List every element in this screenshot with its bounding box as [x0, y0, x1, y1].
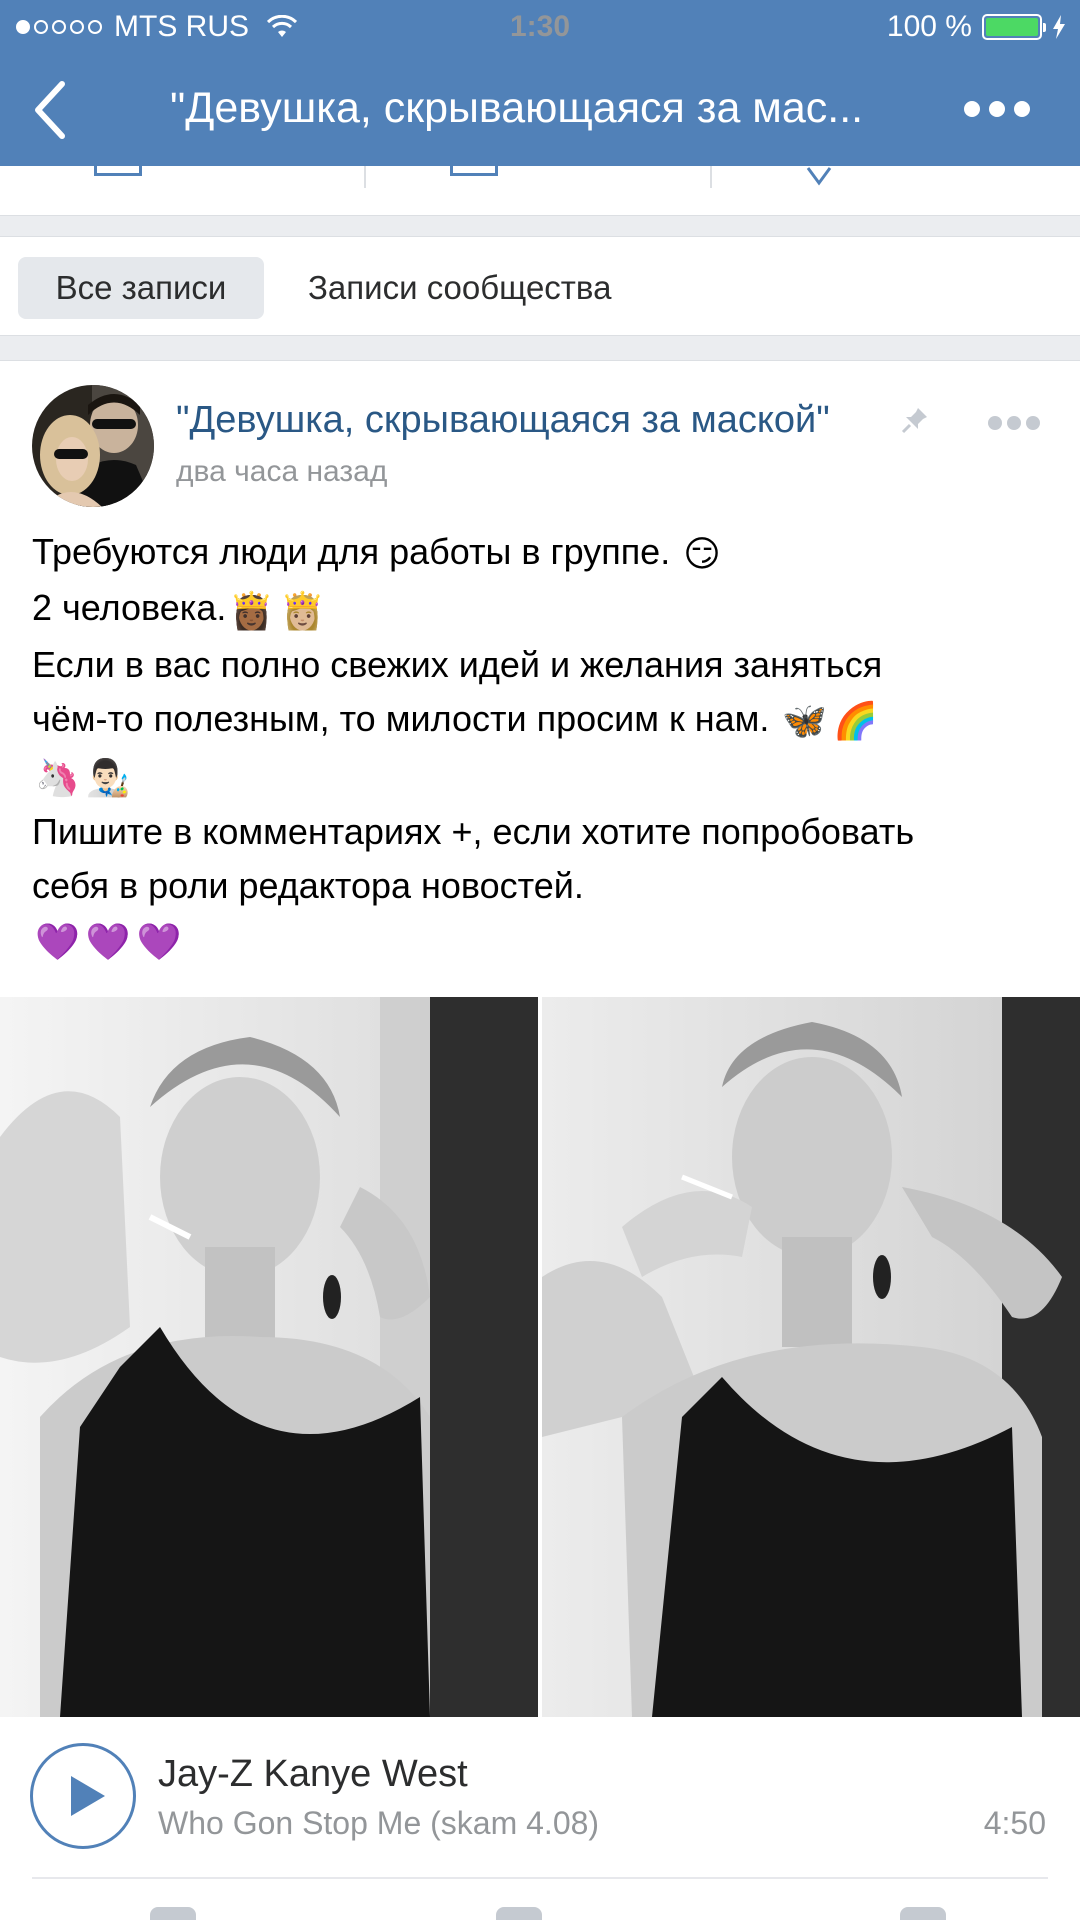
post-photo[interactable] — [541, 997, 1080, 1717]
play-icon — [71, 1776, 105, 1816]
text-line: себя в роли редактора новостей. — [32, 864, 584, 906]
share-icon[interactable] — [900, 1907, 946, 1920]
tab-all-posts[interactable]: Все записи — [18, 257, 264, 319]
divider — [32, 1877, 1048, 1879]
page-title: "Девушка, скрывающаяся за мас... — [170, 84, 864, 132]
text-line: чём-то полезным, то милости просим к нам… — [32, 692, 1048, 748]
rainbow-emoji-icon: 🌈 — [833, 700, 879, 742]
post-photo[interactable] — [0, 997, 539, 1717]
audio-title: Who Gon Stop Me (skam 4.08) — [158, 1805, 600, 1841]
charging-icon — [1053, 15, 1065, 39]
status-bar: MTS RUS 1:30 100 % — [0, 0, 1080, 54]
purple-heart-icon: 💜 — [85, 921, 131, 963]
purple-heart-icon: 💜 — [35, 921, 80, 963]
avatar[interactable] — [32, 385, 154, 507]
text-line: Требуются люди для работы в группе. 😏 — [32, 525, 1048, 581]
community-actions-strip — [0, 166, 1080, 216]
post-author-link[interactable]: "Девушка, скрывающаяся за маской" — [176, 399, 830, 442]
navigation-bar: "Девушка, скрывающаяся за мас... — [0, 54, 1080, 166]
princess-emoji-icon: 👸🏾 — [229, 589, 275, 631]
action-icon-stub[interactable] — [450, 166, 498, 176]
status-right: 100 % — [887, 10, 1066, 44]
tab-community-posts[interactable]: Записи сообщества — [280, 257, 639, 319]
post-menu-icon[interactable] — [988, 416, 1040, 432]
post-photos — [0, 997, 1080, 1717]
battery-icon — [982, 14, 1046, 40]
audio-attachment: Jay-Z Kanye West Who Gon Stop Me (skam 4… — [0, 1731, 1080, 1861]
action-icon-stub[interactable] — [94, 166, 142, 176]
divider — [710, 166, 712, 188]
text-line: Если в вас полно свежих идей и желания з… — [32, 643, 883, 685]
battery-percent: 100 % — [886, 10, 972, 43]
more-horizontal-icon[interactable] — [964, 96, 1030, 122]
wall-filter-tabs: Все записи Записи сообщества — [0, 236, 1080, 336]
purple-heart-icon: 💜 — [136, 921, 182, 963]
post-text: Требуются люди для работы в группе. 😏 2 … — [32, 525, 1048, 969]
princess-emoji-icon: 👸🏼 — [280, 589, 325, 631]
text-line: 🦄 👨🏻‍🎨 — [32, 748, 1048, 804]
post-time: два часа назад — [176, 455, 388, 488]
chevron-down-icon[interactable] — [806, 166, 832, 186]
play-button[interactable] — [30, 1743, 136, 1849]
audio-artist: Jay-Z Kanye West — [158, 1753, 468, 1795]
artist-emoji-icon: 👨🏻‍🎨 — [85, 756, 131, 798]
divider — [364, 166, 366, 188]
text-line: 2 человека.👸🏾 👸🏼 — [32, 581, 1048, 637]
community-wall-screen: MTS RUS 1:30 100 % "Девушка, скрывающаяс… — [0, 0, 1080, 1920]
wall-post: "Девушка, скрывающаяся за маской" два ча… — [0, 360, 1080, 1920]
text-line: Пишите в комментариях +, если хотите поп… — [32, 810, 915, 852]
chevron-left-icon[interactable] — [28, 78, 72, 142]
pin-icon — [901, 408, 927, 434]
top-bar: MTS RUS 1:30 100 % "Девушка, скрывающаяс… — [0, 0, 1080, 166]
butterfly-emoji-icon: 🦋 — [782, 700, 828, 742]
unicorn-emoji-icon: 🦄 — [35, 756, 80, 798]
text-line: 💜 💜 💜 — [32, 913, 1048, 969]
smirk-emoji-icon: 😏 — [683, 533, 721, 575]
like-icon[interactable] — [150, 1907, 196, 1920]
audio-duration: 4:50 — [983, 1805, 1046, 1841]
comment-icon[interactable] — [496, 1907, 542, 1920]
